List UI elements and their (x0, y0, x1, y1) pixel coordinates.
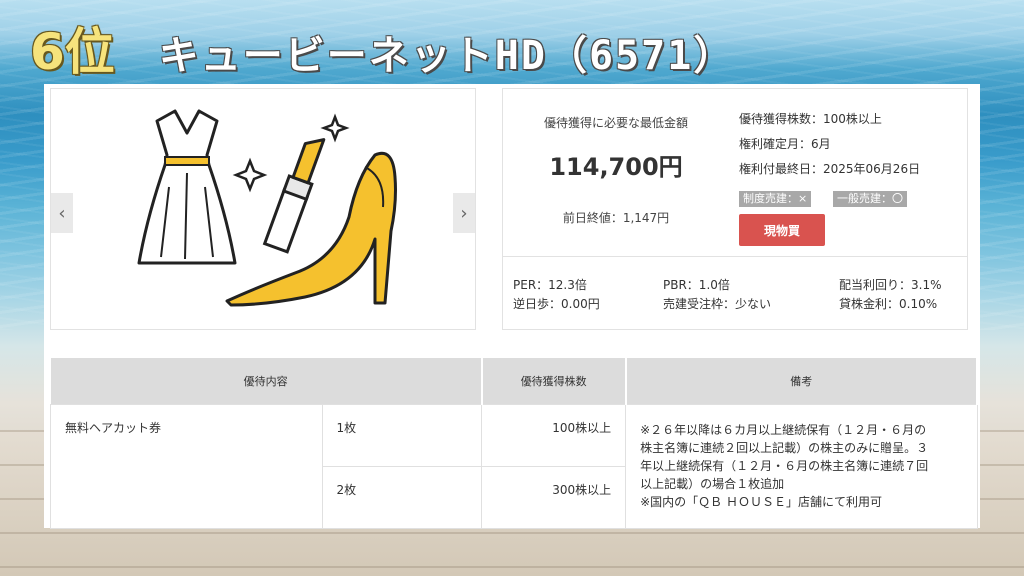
chevron-right-icon: › (460, 202, 468, 224)
short-quota: 売建受注枠：少ない (663, 297, 772, 311)
buy-cash-button[interactable]: 現物買 (739, 214, 825, 246)
benefit-item: 無料ヘアカット券 (50, 403, 323, 529)
info-top: 優待獲得に必要な最低金額 114,700円 前日終値：1,147円 優待獲得株数… (503, 89, 967, 257)
carousel-prev-button[interactable]: ‹ (51, 193, 73, 233)
dress-lipstick-heel-icon (137, 109, 397, 307)
benefit-quantity: 2枚 (321, 465, 483, 529)
remark-line: ※２６年以降は６カ月以上継続保有（１２月・６月の (640, 422, 927, 437)
remark-line: 株主名簿に連続２回以上記載）の株主のみに贈呈。３ (640, 440, 929, 455)
conditions-block: 優待獲得株数：100株以上 権利確定月：6月 権利付最終日：2025年06月26… (739, 89, 964, 257)
last-trading-date: 権利付最終日：2025年06月26日 (739, 162, 921, 176)
rank-label: 6位 (30, 23, 115, 81)
stock-info-panel: 優待獲得に必要な最低金額 114,700円 前日終値：1,147円 優待獲得株数… (502, 88, 968, 330)
general-short-tag: 一般売建：〇 (833, 191, 907, 207)
company-name: キュービーネットHD（6571） (158, 33, 736, 79)
remark-line: ※国内の「ＱＢ ＨＯＵＳＥ」店舗にて利用可 (640, 494, 882, 509)
page-title: 6位 キュービーネットHD（6571） (30, 12, 735, 81)
header-remarks: 備考 (625, 358, 979, 404)
remark-line: 以上記載）の場合１枚追加 (640, 476, 785, 491)
required-shares: 優待獲得株数：100株以上 (739, 112, 882, 126)
benefit-shares: 100株以上 (481, 403, 627, 467)
metrics-block: PER：12.3倍 PBR：1.0倍 配当利回り：3.1% 逆日歩：0.00円 … (503, 258, 967, 330)
benefit-table: 優待内容 優待獲得株数 備考 無料ヘアカット券 1枚 100株以上 ※２６年以降… (50, 358, 979, 529)
remark-line: 年以上継続保有（１２月・６月の株主名簿に連続７回 (640, 458, 929, 473)
price-block: 優待獲得に必要な最低金額 114,700円 前日終値：1,147円 (503, 89, 729, 257)
system-short-tag: 制度売建：× (739, 191, 812, 207)
lending-rate: 貸株金利：0.10% (839, 297, 938, 311)
benefit-quantity: 1枚 (321, 403, 483, 467)
record-month: 権利確定月：6月 (739, 137, 831, 151)
min-amount-label: 優待獲得に必要な最低金額 (543, 116, 688, 130)
per-value: PER：12.3倍 (513, 278, 587, 292)
pbr-value: PBR：1.0倍 (663, 278, 730, 292)
benefit-shares: 300株以上 (481, 465, 627, 529)
chevron-left-icon: ‹ (58, 202, 66, 224)
reverse-daily-fee: 逆日歩：0.00円 (513, 297, 600, 311)
dividend-yield: 配当利回り：3.1% (839, 278, 942, 292)
image-carousel: ‹ › (50, 88, 476, 330)
min-amount-value: 114,700円 (549, 153, 683, 181)
header-required-shares: 優待獲得株数 (481, 358, 627, 404)
table-header-row: 優待内容 優待獲得株数 備考 (50, 358, 979, 404)
benefit-remarks: ※２６年以降は６カ月以上継続保有（１２月・６月の 株主名簿に連続２回以上記載）の… (625, 403, 978, 529)
benefit-card: ‹ › 優待獲得に必要な最低金額 114,700円 前日終値：1,147円 優待… (44, 84, 980, 529)
header-benefit-content: 優待内容 (50, 358, 483, 404)
previous-close: 前日終値：1,147円 (562, 211, 670, 225)
table-row: 無料ヘアカット券 1枚 100株以上 ※２６年以降は６カ月以上継続保有（１２月・… (50, 403, 978, 529)
carousel-next-button[interactable]: › (453, 193, 475, 233)
